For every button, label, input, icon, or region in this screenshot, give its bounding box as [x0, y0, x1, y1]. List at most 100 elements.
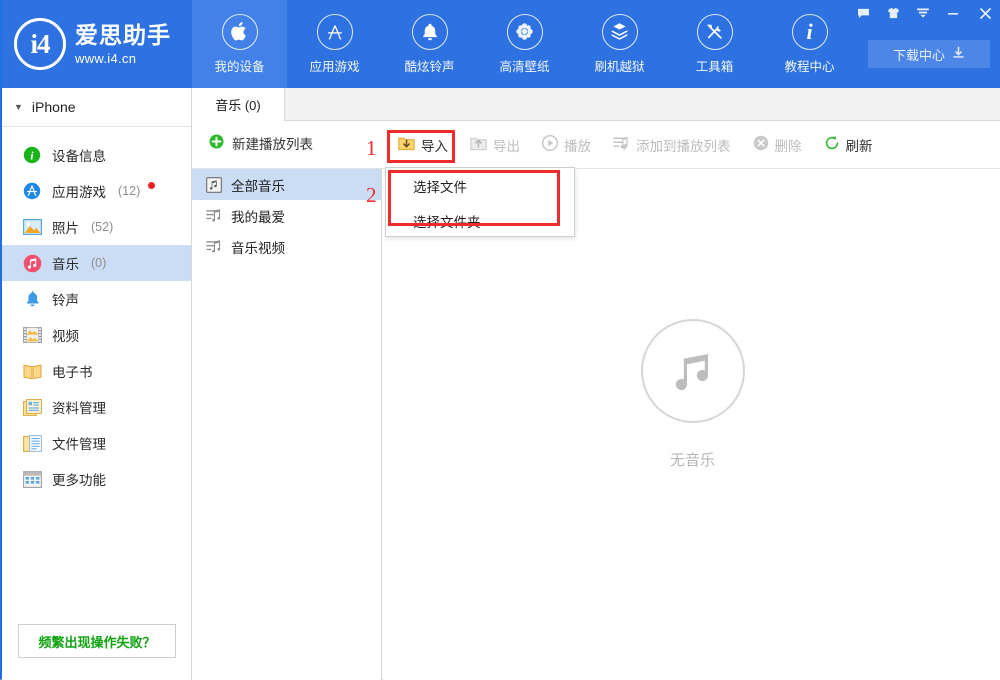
all-music-icon	[205, 176, 222, 193]
nav-item-label: 刷机越狱	[594, 59, 645, 74]
playlist-icon	[205, 207, 222, 224]
playlist-item-label: 全部音乐	[231, 178, 285, 194]
sidebar-item-ringtones[interactable]: 铃声	[2, 281, 191, 317]
empty-state: 无音乐	[383, 319, 1000, 470]
sidebar-item-device-info[interactable]: i 设备信息	[2, 137, 191, 173]
new-playlist-label: 新建播放列表	[232, 137, 313, 152]
delete-label: 删除	[774, 138, 802, 154]
sidebar-item-label: 设备信息	[52, 149, 106, 164]
nav-item-label: 我的设备	[214, 59, 265, 74]
nav-item-label: 酷炫铃声	[404, 59, 455, 74]
playlist-item-music-videos[interactable]: 音乐视频	[192, 231, 381, 262]
nav-item-label: 高清壁纸	[499, 59, 550, 74]
appstore-icon	[22, 181, 42, 201]
nav-item-label: 工具箱	[695, 59, 734, 74]
sidebar-item-file-manage[interactable]: 文件管理	[2, 425, 191, 461]
sidebar-item-count: (0)	[91, 256, 107, 270]
data-manage-icon	[22, 397, 42, 417]
sidebar-item-label: 文件管理	[52, 437, 106, 452]
play-icon	[541, 134, 559, 154]
menu-item-select-folder[interactable]: 选择文件夹	[386, 203, 574, 238]
tools-icon	[696, 13, 733, 50]
download-center-button[interactable]: 下载中心	[868, 40, 990, 68]
playlist-item-label: 我的最爱	[231, 209, 285, 225]
skin-icon[interactable]	[878, 0, 908, 26]
book-icon	[22, 361, 42, 381]
sidebar-item-label: 音乐	[52, 257, 79, 272]
playlist-item-favorites[interactable]: 我的最爱	[192, 200, 381, 231]
info-icon: i	[791, 13, 828, 50]
minimize-icon[interactable]	[938, 0, 968, 26]
export-icon	[470, 135, 487, 154]
sidebar-list: i 设备信息 应用游戏 (12) 照片 (52) 音乐 (0) 铃声 视频 电子…	[2, 127, 191, 497]
empty-state-text: 无音乐	[669, 452, 715, 469]
import-button[interactable]: 导入	[387, 130, 459, 160]
nav-item-ringtones[interactable]: 酷炫铃声	[382, 0, 477, 88]
download-icon	[952, 46, 965, 62]
add-to-playlist-label: 添加到播放列表	[636, 138, 731, 154]
sidebar-item-label: 更多功能	[52, 473, 106, 488]
play-label: 播放	[564, 138, 591, 154]
appstore-icon	[316, 13, 353, 50]
nav-item-label: 教程中心	[784, 59, 835, 74]
import-icon	[398, 135, 415, 154]
nav-item-toolbox[interactable]: 工具箱	[667, 0, 762, 88]
menu-icon[interactable]	[908, 0, 938, 26]
sidebar-item-data-manage[interactable]: 资料管理	[2, 389, 191, 425]
open-box-icon	[601, 13, 638, 50]
plus-circle-icon	[209, 134, 224, 152]
playlist-item-label: 音乐视频	[231, 240, 285, 256]
toolbar: 新建播放列表 导入 导出 播放 添加到播放列表 删除 刷新	[192, 121, 1000, 169]
info-circle-icon: i	[22, 145, 42, 165]
content-area: 无音乐	[383, 169, 1000, 680]
close-icon[interactable]	[968, 0, 1000, 26]
bell-icon	[22, 289, 42, 309]
sidebar-item-label: 电子书	[52, 365, 93, 380]
top-nav: 我的设备 应用游戏 酷炫铃声 高清壁纸 刷机越狱 工具箱 i 教程中心	[192, 0, 857, 88]
tab-strip: 音乐 (0)	[192, 88, 1000, 121]
sidebar-item-label: 视频	[52, 329, 79, 344]
sidebar-item-videos[interactable]: 视频	[2, 317, 191, 353]
nav-item-apps-games[interactable]: 应用游戏	[287, 0, 382, 88]
film-icon	[22, 325, 42, 345]
export-label: 导出	[493, 138, 520, 154]
new-playlist-button[interactable]: 新建播放列表	[209, 133, 313, 153]
sidebar-item-music[interactable]: 音乐 (0)	[2, 245, 191, 281]
nav-item-wallpapers[interactable]: 高清壁纸	[477, 0, 572, 88]
playlist-icon	[205, 238, 222, 255]
import-dropdown-menu: 选择文件 选择文件夹	[385, 167, 575, 237]
sidebar-item-apps-games[interactable]: 应用游戏 (12)	[2, 173, 191, 209]
playlist-panel: 全部音乐 我的最爱 音乐视频	[192, 169, 382, 680]
feedback-icon[interactable]	[848, 0, 878, 26]
sidebar-item-photos[interactable]: 照片 (52)	[2, 209, 191, 245]
sidebar-item-more-features[interactable]: 更多功能	[2, 461, 191, 497]
sidebar-item-label: 照片	[52, 221, 79, 236]
export-button: 导出	[459, 130, 531, 160]
nav-item-label: 应用游戏	[309, 59, 360, 74]
music-icon	[22, 253, 42, 273]
apple-icon	[221, 13, 258, 50]
device-header[interactable]: ▼ iPhone	[2, 88, 191, 127]
refresh-icon	[824, 135, 840, 154]
brand-mark-icon: i4	[14, 18, 66, 70]
sidebar-item-ebooks[interactable]: 电子书	[2, 353, 191, 389]
download-center-label: 下载中心	[892, 47, 945, 63]
refresh-label: 刷新	[845, 138, 873, 154]
sidebar-item-label: 铃声	[52, 293, 79, 308]
brand-title: 爱思助手	[75, 21, 171, 48]
brand-logo: i4 爱思助手 www.i4.cn	[14, 8, 190, 80]
help-button[interactable]: 频繁出现操作失败？	[18, 624, 176, 658]
nav-item-tutorials[interactable]: i 教程中心	[762, 0, 857, 88]
left-sidebar: ▼ iPhone i 设备信息 应用游戏 (12) 照片 (52) 音乐 (0)…	[2, 88, 192, 680]
playlist-item-all-music[interactable]: 全部音乐	[192, 169, 381, 200]
nav-item-flash-jailbreak[interactable]: 刷机越狱	[572, 0, 667, 88]
annotation-number-2: 2	[366, 183, 377, 207]
toolbar-buttons: 导入 导出 播放 添加到播放列表 删除 刷新	[387, 121, 884, 168]
menu-item-select-file[interactable]: 选择文件	[386, 168, 574, 203]
import-label: 导入	[421, 138, 448, 154]
tab-music[interactable]: 音乐 (0)	[192, 88, 285, 121]
sidebar-item-label: 应用游戏	[52, 185, 106, 200]
chevron-down-icon: ▼	[14, 102, 23, 112]
refresh-button[interactable]: 刷新	[813, 130, 884, 160]
nav-item-my-device[interactable]: 我的设备	[192, 0, 287, 88]
